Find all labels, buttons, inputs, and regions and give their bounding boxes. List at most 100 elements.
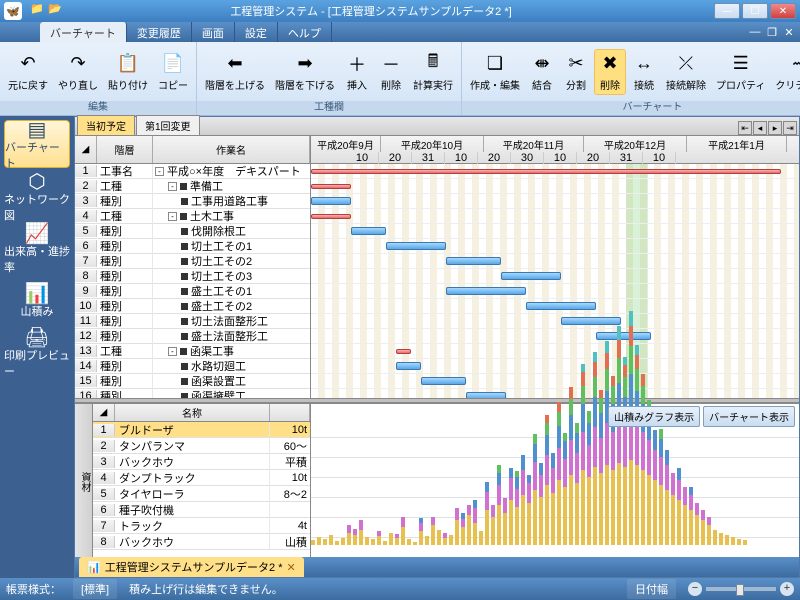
gantt-bar[interactable] [561,317,621,325]
task-row[interactable]: 10種別盛土工その2 [75,299,310,314]
minimize-button[interactable]: — [714,3,740,19]
row-number[interactable]: 14 [75,360,97,372]
doc-close-icon[interactable]: ✕ [287,561,296,574]
row-number[interactable]: 12 [75,330,97,342]
gantt-bar[interactable] [311,214,351,219]
plan-tab-change1[interactable]: 第1回変更 [136,115,200,135]
tab-nav-prev[interactable]: ◂ [753,121,767,135]
stack-bar[interactable] [335,541,339,545]
stack-bar[interactable] [377,531,381,545]
stack-bar[interactable] [563,433,567,545]
stack-bar[interactable] [587,411,591,545]
gantt-bar[interactable] [396,362,421,370]
stack-bar[interactable] [707,517,711,545]
stack-bar[interactable] [635,345,639,545]
row-number[interactable]: 1 [75,165,97,177]
stack-bar[interactable] [737,539,741,545]
status-form-value[interactable]: [標準] [73,579,117,599]
stack-bar[interactable] [731,537,735,545]
gantt-bar[interactable] [311,184,351,189]
stack-bar[interactable] [659,429,663,545]
sidebar-print[interactable]: 🖨印刷プレビュー [4,328,70,376]
stack-bar[interactable] [671,473,675,545]
stack-bar[interactable] [347,525,351,545]
stack-bar[interactable] [599,390,603,545]
delete-bar-button[interactable]: ✖削除 [594,49,626,95]
paste-button[interactable]: 📋貼り付け [104,49,152,95]
task-row[interactable]: 4工種-土木工事 [75,209,310,224]
resource-row[interactable]: 5タイヤローラ8～2 [93,486,310,502]
ribbon-tab-help[interactable]: ヘルプ [278,22,332,42]
qat-new-icon[interactable]: 📂 [48,2,64,16]
copy-button[interactable]: 📄コピー [154,49,192,95]
res-row-number[interactable]: 2 [93,440,115,452]
stack-bar[interactable] [359,520,363,545]
mdi-minimize[interactable]: — [748,26,762,38]
task-row[interactable]: 7種別切土工その2 [75,254,310,269]
row-number[interactable]: 6 [75,240,97,252]
stack-bar[interactable] [701,510,705,545]
resource-graph[interactable] [311,424,799,557]
stack-bar[interactable] [743,540,747,545]
stack-bar[interactable] [455,508,459,545]
disconnect-button[interactable]: ⤫接続解除 [662,49,710,95]
stack-bar[interactable] [425,536,429,545]
row-number[interactable]: 15 [75,375,97,387]
stack-bar[interactable] [695,503,699,545]
stack-bar[interactable] [467,505,471,545]
tab-nav-first[interactable]: ⇤ [738,121,752,135]
task-row[interactable]: 12種別盛土法面整形工 [75,329,310,344]
stack-bar[interactable] [473,500,477,545]
gantt-bar[interactable] [526,302,596,310]
task-row[interactable]: 2工種-準備工 [75,179,310,194]
stack-bar[interactable] [437,530,441,545]
expand-icon[interactable]: - [168,212,177,221]
stack-bar[interactable] [521,455,525,545]
row-number[interactable]: 10 [75,300,97,312]
resource-row[interactable]: 3バックホウ平積 [93,454,310,470]
stack-bar[interactable] [551,453,555,545]
resource-row[interactable]: 1ブルドーザ10t [93,422,310,438]
res-row-number[interactable]: 1 [93,424,115,436]
row-number[interactable]: 7 [75,255,97,267]
sidebar-network[interactable]: ⬡ネットワーク図 [4,172,70,220]
show-yamazumi-button[interactable]: 山積みグラフ表示 [608,406,700,427]
row-number[interactable]: 9 [75,285,97,297]
stack-bar[interactable] [371,539,375,545]
stack-bar[interactable] [539,463,543,545]
stack-bar[interactable] [317,537,321,545]
row-number[interactable]: 13 [75,345,97,357]
maximize-button[interactable]: ☐ [742,3,768,19]
zoom-out-button[interactable]: − [688,582,702,596]
stack-bar[interactable] [311,540,315,545]
resource-row[interactable]: 7トラック4t [93,518,310,534]
resource-row[interactable]: 2タンパランマ60～ [93,438,310,454]
resource-tab[interactable]: 資材 [75,404,93,557]
stack-bar[interactable] [365,537,369,545]
stack-bar[interactable] [575,423,579,545]
stack-bar[interactable] [395,534,399,545]
critical-button[interactable]: ⟿クリティカル [771,49,800,95]
stack-bar[interactable] [641,374,645,545]
stack-bar[interactable] [503,498,507,545]
res-row-number[interactable]: 3 [93,456,115,468]
stack-bar[interactable] [611,376,615,545]
res-col-val[interactable] [270,404,310,421]
expand-icon[interactable]: - [155,167,164,176]
resource-row[interactable]: 6種子吹付機 [93,502,310,518]
stack-bar[interactable] [329,535,333,545]
zoom-slider[interactable] [706,587,776,591]
qat-open-icon[interactable]: 📁 [30,2,46,16]
stack-bar[interactable] [461,513,465,545]
tab-nav-last[interactable]: ⇥ [783,121,797,135]
task-row[interactable]: 11種別切土法面整形工 [75,314,310,329]
stack-bar[interactable] [407,539,411,545]
calc-button[interactable]: 🖩計算実行 [409,49,457,95]
tree-col-corner[interactable]: ◢ [75,136,97,163]
task-row[interactable]: 13工種-函渠工事 [75,344,310,359]
row-number[interactable]: 5 [75,225,97,237]
stack-bar[interactable] [623,357,627,545]
tab-nav-next[interactable]: ▸ [768,121,782,135]
stack-bar[interactable] [677,468,681,545]
res-row-number[interactable]: 8 [93,536,115,548]
